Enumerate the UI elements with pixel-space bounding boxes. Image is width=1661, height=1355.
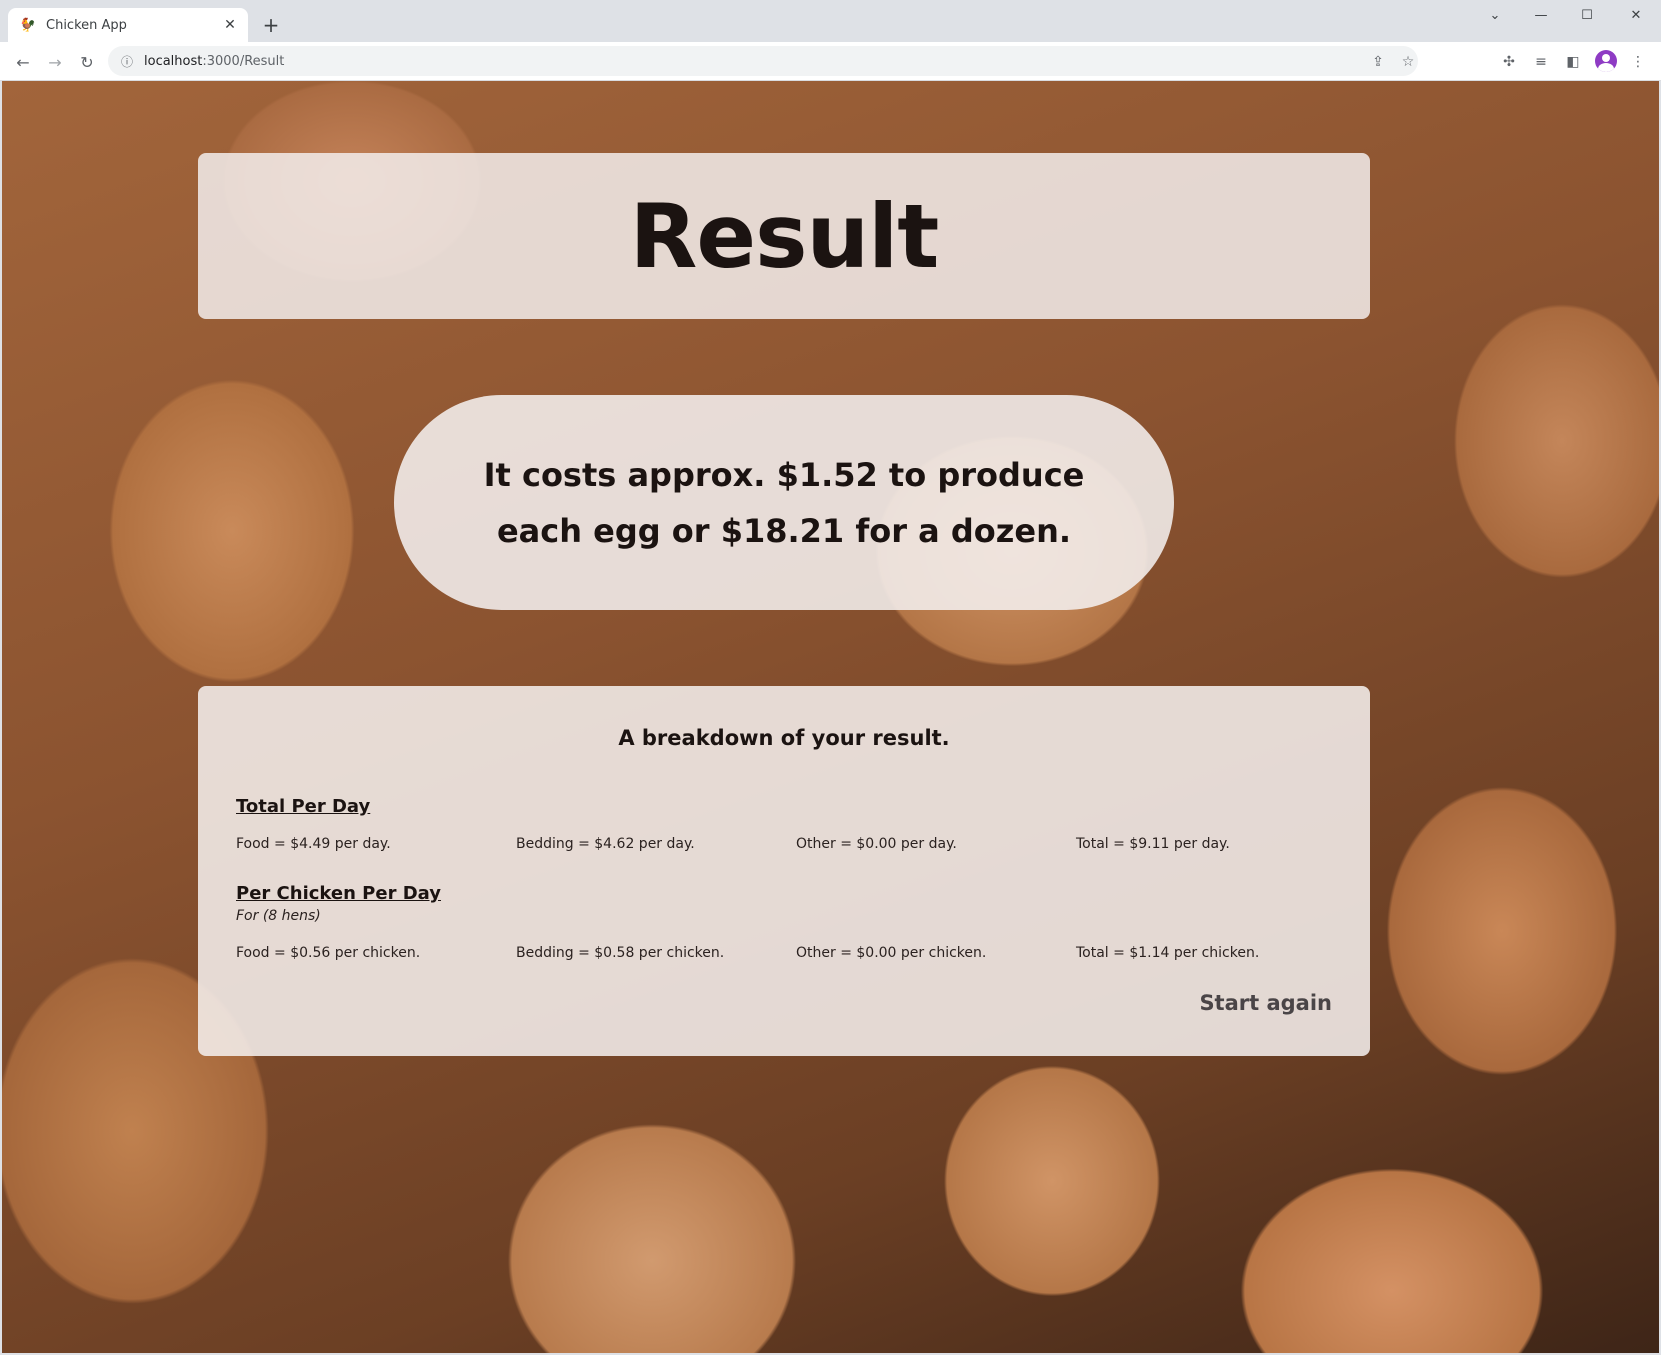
url-host: localhost [144, 53, 203, 69]
tab-strip: 🐓 Chicken App ✕ + ⌄ — ☐ ✕ [0, 0, 1661, 42]
breakdown-card: A breakdown of your result. Total Per Da… [198, 686, 1370, 1056]
per-chicken-row: Food = $0.56 per chicken. Bedding = $0.5… [236, 945, 1356, 965]
cost-statement: It costs approx. $1.52 to produce each e… [483, 455, 1085, 550]
bedding-per-chicken: Bedding = $0.58 per chicken. [516, 945, 725, 961]
maximize-icon[interactable]: ☐ [1564, 0, 1610, 30]
window-close-icon[interactable]: ✕ [1613, 0, 1659, 30]
forward-arrow-icon[interactable]: → [42, 49, 68, 75]
page-viewport: Result It costs approx. $1.52 to produce… [2, 81, 1659, 1353]
info-icon[interactable]: ⓘ [118, 52, 136, 70]
tab-search-icon[interactable]: ⌄ [1472, 0, 1518, 30]
new-tab-button[interactable]: + [258, 12, 284, 38]
total-per-day-row: Food = $4.49 per day. Bedding = $4.62 pe… [236, 836, 1356, 856]
total-per-chicken: Total = $1.14 per chicken. [1076, 945, 1260, 961]
cost-summary-card: It costs approx. $1.52 to produce each e… [394, 395, 1174, 610]
breakdown-heading: A breakdown of your result. [618, 726, 950, 750]
start-again-button[interactable]: Start again [1199, 991, 1332, 1015]
total-per-day: Total = $9.11 per day. [1076, 836, 1230, 852]
profile-avatar[interactable] [1595, 50, 1617, 72]
address-bar[interactable]: ⓘ localhost:3000/Result ⇪ ☆ [108, 46, 1418, 76]
title-card: Result [198, 153, 1370, 319]
share-icon[interactable]: ⇪ [1368, 53, 1388, 71]
other-per-day: Other = $0.00 per day. [796, 836, 957, 852]
bedding-per-day: Bedding = $4.62 per day. [516, 836, 695, 852]
total-per-day-title: Total Per Day [236, 796, 371, 817]
hens-count-subtitle: For (8 hens) [236, 908, 321, 924]
back-arrow-icon[interactable]: ← [10, 49, 36, 75]
url-text: localhost:3000/Result [144, 54, 284, 69]
url-path: :3000/Result [202, 53, 285, 69]
food-per-chicken: Food = $0.56 per chicken. [236, 945, 421, 961]
bookmark-star-icon[interactable]: ☆ [1398, 53, 1418, 71]
browser-toolbar: ← → ↻ ⓘ localhost:3000/Result ⇪ ☆ ✣ ≡ ◧ … [0, 42, 1661, 81]
per-chicken-title: Per Chicken Per Day [236, 883, 441, 904]
browser-tab[interactable]: 🐓 Chicken App ✕ [8, 8, 248, 42]
page-title: Result [629, 184, 940, 288]
tab-title: Chicken App [46, 17, 127, 33]
minimize-icon[interactable]: — [1518, 0, 1564, 30]
other-per-chicken: Other = $0.00 per chicken. [796, 945, 987, 961]
more-menu-icon[interactable]: ⋮ [1628, 52, 1648, 72]
food-per-day: Food = $4.49 per day. [236, 836, 391, 852]
close-tab-icon[interactable]: ✕ [220, 15, 240, 35]
chicken-icon: 🐓 [19, 17, 37, 33]
side-panel-icon[interactable]: ◧ [1563, 52, 1583, 72]
extensions-puzzle-icon[interactable]: ✣ [1499, 52, 1519, 72]
reload-icon[interactable]: ↻ [74, 49, 100, 75]
media-control-icon[interactable]: ≡ [1531, 52, 1551, 72]
